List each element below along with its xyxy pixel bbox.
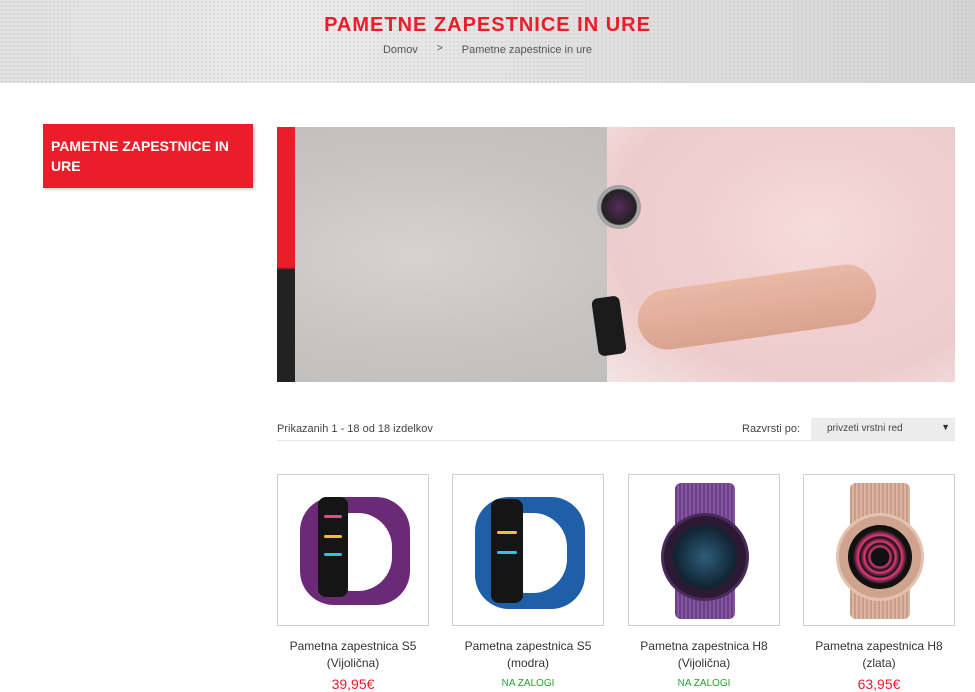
breadcrumb-separator: > (436, 43, 443, 54)
product-name[interactable]: Pametna zapestnica S5 (Vijolična) (277, 638, 429, 672)
results-count: Prikazanih 1 - 18 od 18 izdelkov (277, 423, 433, 435)
product-name-line: Pametna zapestnica H8 (640, 639, 768, 653)
stock-status: NA ZALOGI (677, 678, 731, 689)
product-image[interactable] (803, 474, 955, 626)
toolbar-divider (277, 440, 955, 441)
product-name[interactable]: Pametna zapestnica S5 (modra) (452, 638, 604, 672)
breadcrumb: Domov > Pametne zapestnice in ure (0, 43, 975, 56)
screen-graph (324, 535, 342, 538)
product-card[interactable]: Pametna zapestnica H8 (zlata) 63,95€ (803, 474, 955, 692)
product-price: 39,95€ (331, 676, 375, 692)
product-image[interactable] (452, 474, 604, 626)
product-price: 63,95€ (857, 676, 901, 692)
banner-red-stripe (277, 127, 295, 382)
breadcrumb-home-link[interactable]: Domov (383, 44, 418, 56)
product-card[interactable]: Pametna zapestnica H8 (Vijolična) NA ZAL… (628, 474, 780, 689)
product-screen (318, 497, 348, 597)
sort-select[interactable]: privzeti vrstni red ▼ (811, 418, 955, 440)
screen-graph (324, 553, 342, 556)
page-title: PAMETNE ZAPESTNICE IN URE (324, 14, 651, 36)
screen-graph (497, 551, 517, 554)
category-banner-image (277, 127, 955, 382)
product-card[interactable]: Pametna zapestnica S5 (Vijolična) 39,95€ (277, 474, 429, 692)
screen-graph (324, 515, 342, 518)
product-name-line: (zlata) (862, 656, 896, 670)
sort-label: Razvrsti po: (742, 423, 801, 435)
product-name-line: Pametna zapestnica S5 (289, 639, 417, 653)
product-name-line: (modra) (506, 656, 549, 670)
product-name-line: (Vijolična) (326, 656, 380, 670)
product-watch-dial (673, 525, 737, 589)
sidebar-category-item[interactable]: PAMETNE ZAPESTNICE IN URE (43, 124, 253, 188)
product-image[interactable] (628, 474, 780, 626)
banner-round-watch (597, 185, 641, 229)
product-card[interactable]: Pametna zapestnica S5 (modra) NA ZALOGI (452, 474, 604, 689)
page-header: PAMETNE ZAPESTNICE IN URE Domov > Pametn… (0, 0, 975, 83)
product-name[interactable]: Pametna zapestnica H8 (Vijolična) (628, 638, 780, 672)
product-name-line: Pametna zapestnica S5 (464, 639, 592, 653)
screen-graph (497, 531, 517, 534)
product-name-line: Pametna zapestnica H8 (815, 639, 943, 653)
sort-select-value: privzeti vrstni red (827, 423, 903, 434)
product-watch-dial (848, 525, 912, 589)
product-name[interactable]: Pametna zapestnica H8 (zlata) (803, 638, 955, 672)
stock-status: NA ZALOGI (501, 678, 555, 689)
breadcrumb-current: Pametne zapestnice in ure (461, 44, 593, 56)
product-image[interactable] (277, 474, 429, 626)
chevron-down-icon: ▼ (941, 422, 950, 432)
product-name-line: (Vijolična) (677, 656, 731, 670)
